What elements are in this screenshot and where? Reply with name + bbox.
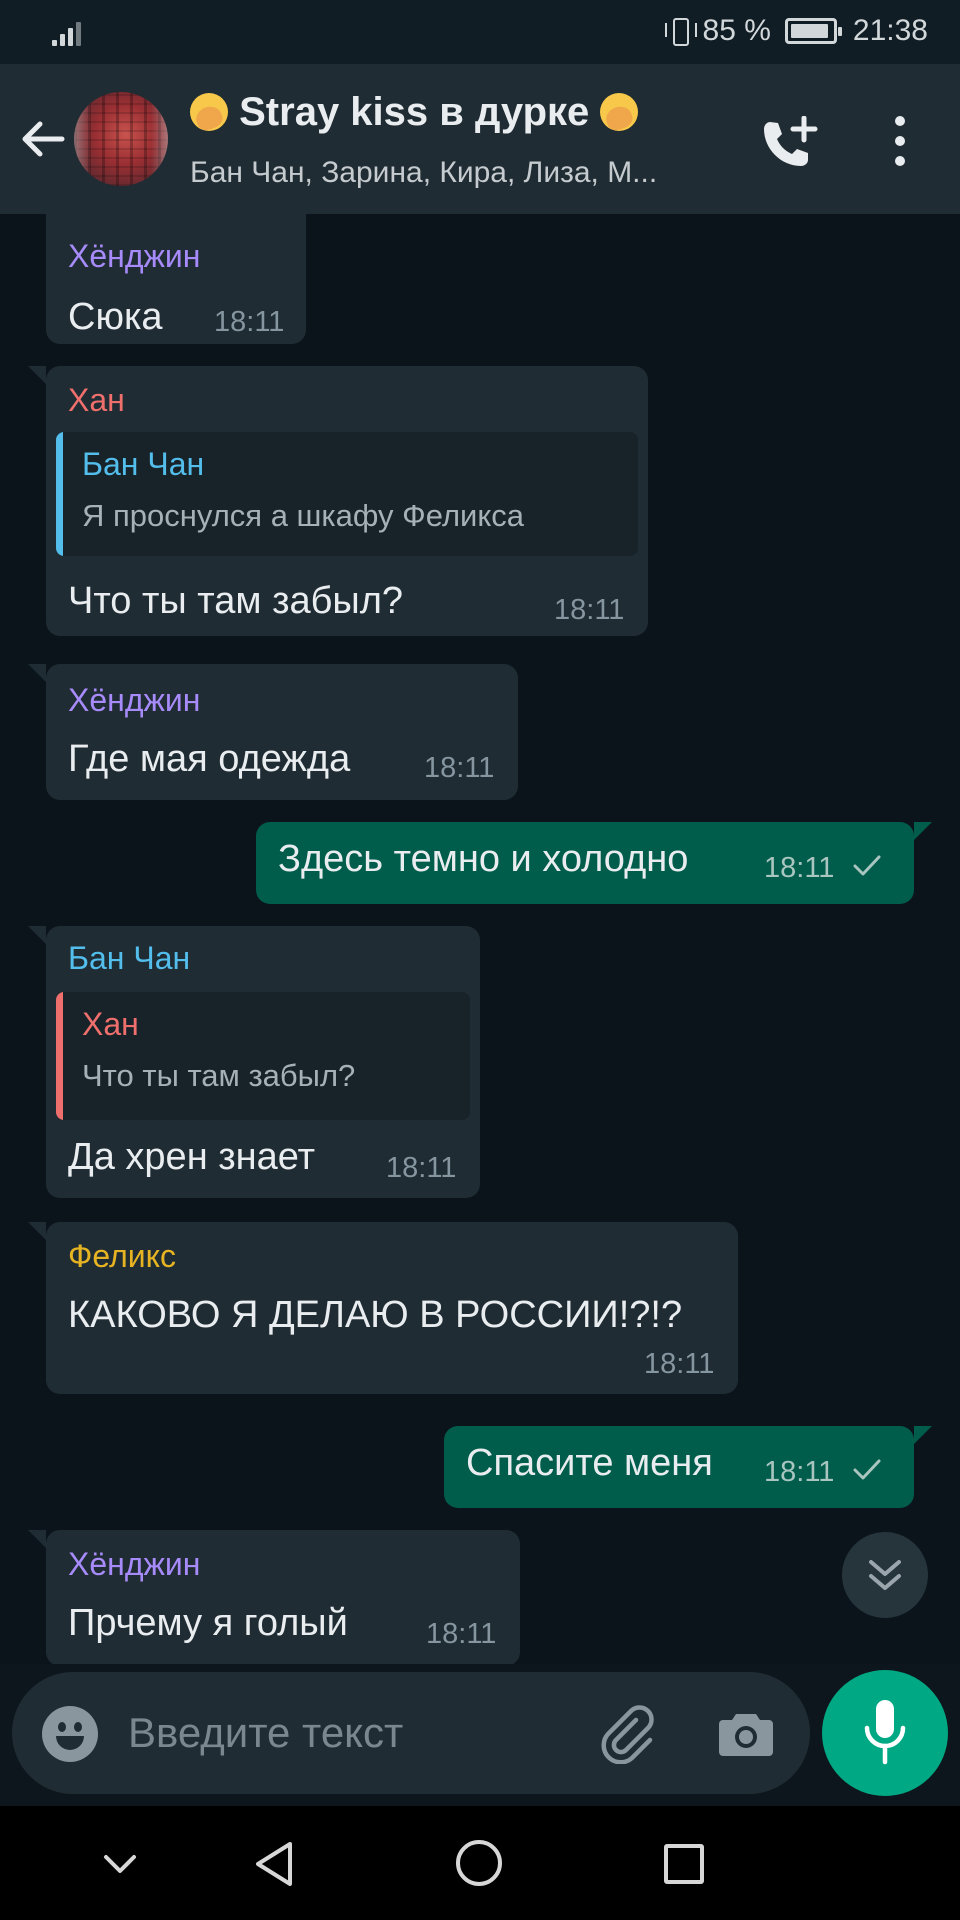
vibrate-icon (664, 16, 697, 46)
chat-participants[interactable]: Бан Чан, Зарина, Кира, Лиза, М... (190, 156, 730, 190)
nav-recent-apps-icon[interactable] (664, 1844, 704, 1884)
emoji-icon[interactable] (42, 1706, 98, 1762)
message-sender: Хан (68, 382, 125, 418)
message-time: 18:11 (214, 306, 285, 338)
message-sender: Хёнджин (68, 1546, 201, 1582)
more-options-icon[interactable] (888, 116, 912, 166)
scroll-to-bottom-button[interactable] (842, 1532, 928, 1618)
microphone-icon (864, 1700, 906, 1765)
message-bubble[interactable]: Хан Бан Чан Я проснулся а шкафу Феликса … (28, 366, 648, 636)
status-bar: 85 % 21:38 (0, 0, 960, 64)
voice-record-button[interactable] (822, 1670, 948, 1796)
paperclip-icon[interactable] (596, 1702, 658, 1764)
message-text: Прчему я голый (68, 1602, 348, 1644)
message-bubble[interactable]: Бан Чан Хан Что ты там забыл? Да хрен зн… (28, 926, 480, 1198)
message-bubble[interactable]: Феликс КАКОВО Я ДЕЛАЮ В РОССИИ!?!? 18:11 (28, 1222, 738, 1394)
quoted-text: Я проснулся а шкафу Феликса (82, 498, 525, 533)
group-avatar[interactable] (74, 92, 168, 186)
message-time: 18:11 (764, 852, 835, 884)
message-composer (12, 1672, 810, 1794)
clock: 21:38 (852, 14, 928, 47)
double-chevron-down-icon (869, 1560, 901, 1590)
message-sender: Феликс (68, 1238, 176, 1274)
hide-keyboard-chevron-icon[interactable] (100, 1844, 140, 1884)
quoted-sender: Хан (82, 1006, 139, 1042)
message-input[interactable] (128, 1702, 458, 1764)
nav-back-icon[interactable] (252, 1840, 296, 1888)
facepalm-emoji-icon (600, 93, 639, 131)
message-list[interactable]: Хёнджин Сюка 18:11 Хан Бан Чан Я проснул… (0, 214, 960, 1664)
quoted-message[interactable]: Бан Чан Я проснулся а шкафу Феликса (56, 432, 638, 556)
message-time: 18:11 (764, 1456, 835, 1488)
add-call-icon[interactable] (760, 116, 820, 172)
facepalm-emoji-icon (190, 93, 228, 131)
message-text: Здесь темно и холодно (278, 838, 689, 880)
message-text: КАКОВО Я ДЕЛАЮ В РОССИИ!?!? (68, 1294, 683, 1336)
message-bubble-outgoing[interactable]: Здесь темно и холодно 18:11 (256, 822, 932, 904)
message-text: Да хрен знает (68, 1136, 316, 1178)
nav-home-icon[interactable] (456, 1840, 502, 1886)
message-time: 18:11 (424, 752, 495, 784)
chat-screen: 85 % 21:38 Stray kiss в дурке Бан Чан, З… (0, 0, 960, 1920)
message-text: Спасите меня (466, 1442, 713, 1484)
message-time: 18:11 (386, 1152, 457, 1184)
message-sender: Бан Чан (68, 940, 191, 976)
battery-icon (784, 18, 842, 44)
back-arrow-icon[interactable] (18, 114, 68, 164)
system-navigation-bar (0, 1806, 960, 1920)
message-bubble[interactable]: Хёнджин Прчему я голый 18:11 (28, 1530, 520, 1664)
chat-header[interactable]: Stray kiss в дурке Бан Чан, Зарина, Кира… (0, 64, 960, 214)
message-bubble[interactable]: Хёнджин Где мая одежда 18:11 (28, 664, 518, 800)
signal-icon (52, 16, 86, 46)
chat-title[interactable]: Stray kiss в дурке (190, 90, 720, 135)
message-time: 18:11 (554, 594, 625, 626)
quoted-sender: Бан Чан (82, 446, 205, 482)
message-bubble-outgoing[interactable]: Спасите меня 18:11 (444, 1426, 932, 1508)
check-icon (853, 1459, 881, 1480)
quoted-message[interactable]: Хан Что ты там забыл? (56, 992, 470, 1120)
message-sender: Хёнджин (68, 682, 201, 718)
battery-percent: 85 % (702, 14, 771, 47)
message-time: 18:11 (426, 1618, 497, 1650)
quoted-text: Что ты там забыл? (82, 1058, 356, 1093)
message-text: Что ты там забыл? (68, 580, 404, 622)
message-sender: Хёнджин (68, 238, 201, 274)
message-text: Где мая одежда (68, 738, 351, 780)
check-icon (853, 855, 881, 876)
message-bubble[interactable]: Хёнджин Сюка 18:11 (46, 214, 306, 344)
message-time: 18:11 (644, 1348, 715, 1380)
message-text: Сюка (68, 296, 163, 338)
camera-icon[interactable] (718, 1710, 774, 1758)
